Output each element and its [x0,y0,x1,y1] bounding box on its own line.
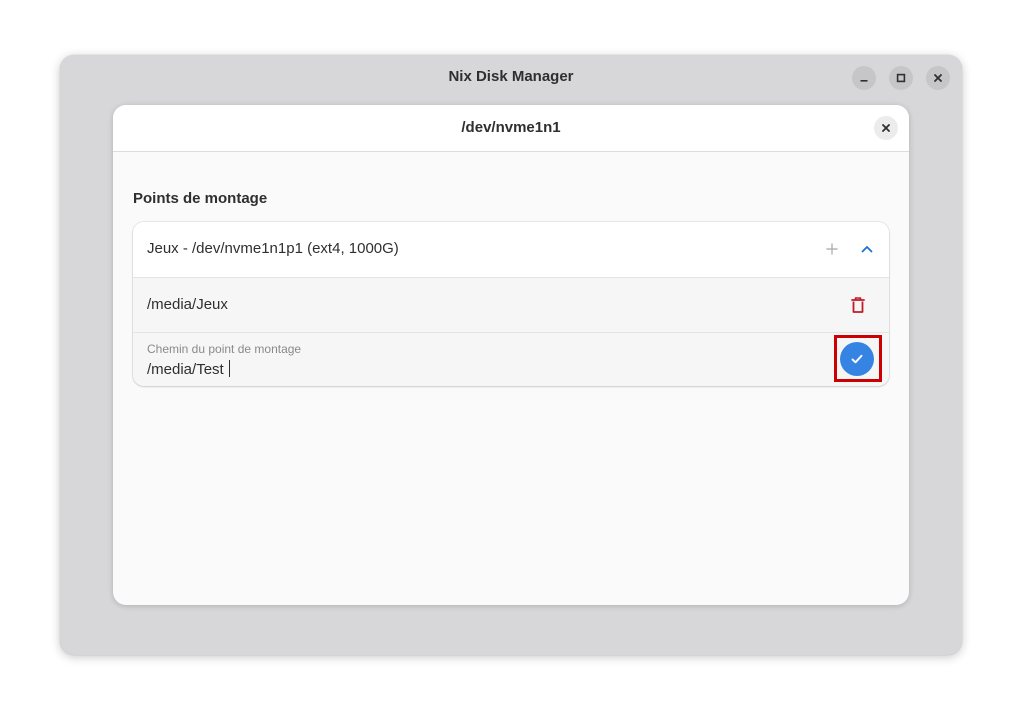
maximize-icon [896,73,906,83]
minimize-button[interactable] [852,66,876,90]
device-dialog: /dev/nvme1n1 Points de montage Jeux - /d… [113,105,909,605]
partition-label: Jeux - /dev/nvme1n1p1 (ext4, 1000G) [147,240,399,257]
minimize-icon [860,80,868,82]
partition-expander-row[interactable]: Jeux - /dev/nvme1n1p1 (ext4, 1000G) [133,222,889,276]
close-icon [934,74,942,82]
section-title: Points de montage [133,190,268,207]
dialog-close-button[interactable] [874,116,898,140]
close-icon [882,124,890,132]
window-title: Nix Disk Manager [448,68,574,85]
dialog-header: /dev/nvme1n1 [113,105,909,152]
trash-icon[interactable] [849,295,867,315]
confirm-mount-button[interactable] [840,342,874,376]
mount-point-path: /media/Jeux [147,296,228,313]
partition-card: Jeux - /dev/nvme1n1p1 (ext4, 1000G) /med… [133,222,889,386]
text-caret [229,360,230,377]
mount-path-input[interactable] [147,359,807,379]
maximize-button[interactable] [889,66,913,90]
mount-point-row: /media/Jeux [133,277,889,332]
window-close-button[interactable] [926,66,950,90]
mount-path-field-label: Chemin du point de montage [147,342,302,356]
chevron-up-icon[interactable] [859,241,875,257]
plus-icon[interactable] [824,241,840,257]
dialog-title: /dev/nvme1n1 [461,119,561,136]
new-mount-point-row: Chemin du point de montage [133,332,889,386]
check-icon [851,354,863,364]
